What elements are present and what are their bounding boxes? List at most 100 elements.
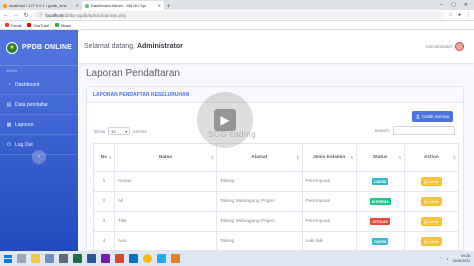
brand-name: PPDB ONLINE (22, 44, 73, 51)
table-row: 2 Ali Talang Waluagung Prigen Perempuan … (93, 191, 460, 212)
show-label: Show (94, 128, 106, 134)
sidebar-item-laporan[interactable]: ▦ Laporan (0, 115, 78, 135)
search-icon[interactable] (17, 254, 26, 263)
report-table: No Nama Alamat Jenis Kelamin Status Acti… (93, 143, 460, 250)
cell-jenis-kelamin: Perempuan (301, 171, 357, 192)
wifi-icon[interactable]: ◠ (439, 257, 442, 261)
sidebar-item-data-pendaftar[interactable]: ▤ Data pendaftar (0, 95, 78, 115)
sidebar-item-label: Laporan (15, 121, 34, 128)
print-button[interactable]: ⎙ Cetak (421, 217, 442, 226)
sidebar-item-label: Data pendaftar (15, 101, 49, 108)
search-control: Search: (374, 126, 455, 135)
users-icon: ▤ (6, 101, 12, 108)
entries-select[interactable]: 10 ▾ (108, 127, 131, 135)
sidebar-item-label: Dashboard (15, 81, 40, 88)
cell-nama: Aan (113, 231, 218, 250)
cell-no: 4 (93, 231, 115, 250)
sidebar: ★ PPDB ONLINE ADMIN ◔ Dashboard ▤ Data p… (0, 30, 78, 251)
sidebar-toggle-button[interactable]: ‹ (32, 150, 46, 164)
outlook-icon[interactable] (129, 254, 138, 263)
gmail-icon (5, 23, 9, 27)
table-row: 1 Annas Talang Perempuan DIARSI ⎙ Cetak (93, 171, 460, 192)
reload-icon[interactable]: ↻ (23, 12, 29, 19)
school-logo-icon: ★ (6, 41, 18, 54)
watermark-text: SCG coding (208, 130, 257, 139)
clock-date: 15/06/2022 (452, 258, 470, 263)
star-icon[interactable]: ☆ (448, 12, 452, 18)
cell-action: ⎙ Cetak (403, 171, 460, 192)
sidebar-brand[interactable]: ★ PPDB ONLINE (0, 30, 78, 66)
menu-icon[interactable]: ⋮ (466, 12, 471, 18)
column-header-alamat[interactable]: Alamat (216, 143, 303, 172)
print-button[interactable]: ⎙ Cetak (421, 197, 442, 206)
system-tray: ◠ ◖ 09:28 15/06/2022 (439, 254, 474, 263)
status-badge: DIARSI (372, 238, 389, 245)
tab-title: localhost / 127.0.0.1 / ppdb_smk (9, 3, 67, 8)
card-title: LAPORAN PENDAFTAR KESELURUHAN (87, 87, 463, 103)
volume-icon[interactable]: ◖ (446, 257, 448, 261)
sidebar-item-dashboard[interactable]: ◔ Dashboard (0, 75, 78, 95)
minimize-icon[interactable]: – (440, 2, 443, 8)
back-icon[interactable]: ← (3, 12, 9, 18)
app-icon[interactable] (171, 254, 180, 263)
bookmark-maps[interactable]: Maps (55, 23, 71, 28)
powerpoint-icon[interactable] (115, 254, 124, 263)
print-button-label: Cetak (428, 179, 439, 184)
vscode-icon[interactable] (157, 254, 166, 263)
bookmark-youtube[interactable]: YouTube (27, 23, 49, 28)
photos-icon[interactable] (45, 254, 54, 263)
forward-icon[interactable]: → (13, 12, 19, 18)
user-menu[interactable]: Administrator (425, 42, 474, 51)
browser-tab-dashboard[interactable]: Dashboard Admin - MA NU Spr ✕ (82, 1, 164, 10)
search-input[interactable] (393, 126, 455, 135)
print-button-label: Cetak (428, 239, 439, 244)
avatar (455, 42, 464, 51)
sidebar-heading: ADMIN (6, 69, 18, 73)
print-button[interactable]: ⎙ Cetak (421, 237, 442, 246)
dashboard-icon: ◔ (7, 81, 11, 88)
print-button[interactable]: ⎙ Cetak (421, 177, 442, 186)
maximize-icon[interactable]: ▢ (451, 2, 456, 8)
browser-tab-phpmyadmin[interactable]: localhost / 127.0.0.1 / ppdb_smk ✕ (0, 1, 82, 10)
logout-icon: ⏻ (7, 141, 11, 148)
youtube-icon (27, 23, 32, 27)
cell-nama: Annas (113, 171, 218, 192)
cell-jenis-kelamin: Laki-laki (301, 231, 357, 250)
cell-status: DIARSI (355, 231, 405, 250)
column-header-action[interactable]: Action (403, 143, 460, 172)
browser-actions: ☆ ● ⋮ (448, 12, 471, 18)
close-window-icon[interactable]: ✕ (464, 2, 468, 8)
watermark-logo: ▶ (197, 92, 253, 148)
profile-icon[interactable]: ● (458, 12, 461, 18)
column-header-no[interactable]: No (93, 143, 115, 172)
column-header-status[interactable]: Status (355, 143, 405, 172)
page-title: Laporan Pendaftaran (86, 68, 180, 79)
column-header-jenis-kelamin[interactable]: Jenis Kelamin (301, 143, 357, 172)
cell-status: DITERIMA (355, 191, 405, 212)
cell-alamat: Talang (216, 171, 303, 192)
bookmark-gmail[interactable]: Gmail (5, 23, 21, 28)
entries-label: entries (133, 128, 147, 134)
word-icon[interactable] (87, 254, 96, 263)
chrome-icon[interactable] (143, 254, 152, 263)
tab-title: Dashboard Admin - MA NU Spr (91, 3, 147, 8)
onenote-icon[interactable] (101, 254, 110, 263)
topbar: Selamat datang, Administrator Administra… (78, 30, 474, 63)
column-header-nama[interactable]: Nama (113, 143, 218, 172)
close-tab-icon[interactable]: ✕ (76, 3, 79, 8)
windows-start-icon[interactable] (4, 254, 12, 263)
print-all-button[interactable]: ⎙ Cetak Semua (412, 111, 453, 122)
file-explorer-icon[interactable] (31, 254, 40, 263)
close-tab-icon[interactable]: ✕ (158, 3, 161, 8)
url-path: /daftar-ppdb/admin/laporan.php (63, 12, 127, 18)
welcome-prefix: Selamat datang, (84, 43, 135, 50)
excel-icon[interactable] (73, 254, 82, 263)
store-icon[interactable] (59, 254, 68, 263)
sidebar-item-label: Log Out (15, 141, 33, 148)
clock[interactable]: 09:28 15/06/2022 (452, 254, 470, 263)
cell-jenis-kelamin: Perempuan (301, 191, 357, 212)
user-name: Administrator (425, 44, 452, 49)
bookmark-label: YouTube (33, 22, 50, 28)
url-field[interactable]: ⓘ localhost/daftar-ppdb/admin/laporan.ph… (33, 11, 445, 19)
cell-nama: Ali (113, 191, 218, 212)
